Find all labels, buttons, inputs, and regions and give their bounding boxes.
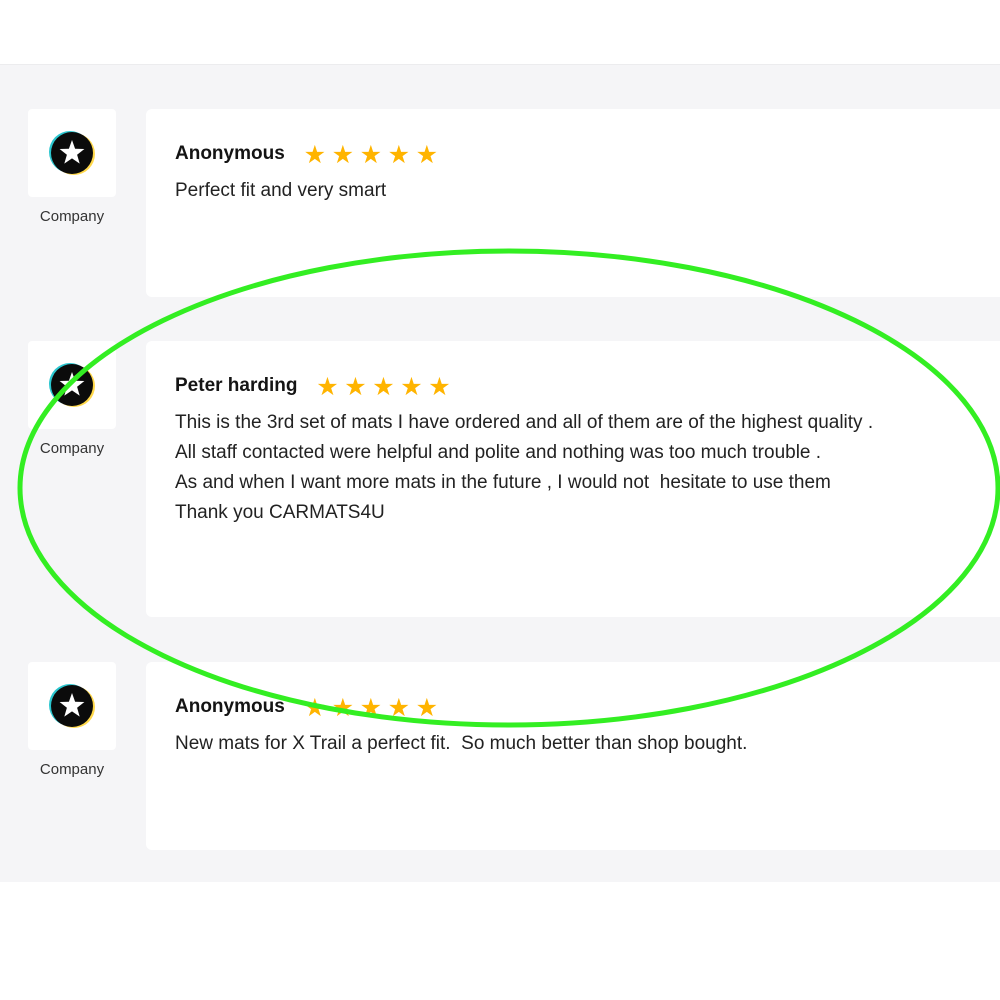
star-icon: ★ (331, 692, 354, 722)
star-icon: ★ (400, 371, 423, 401)
avatar-caption: Company (39, 440, 105, 457)
reviews-panel: Company Anonymous ★ ★ ★ ★ ★ Perfect fit … (0, 64, 1000, 882)
star-icon: ★ (387, 692, 410, 722)
reviewer-avatar-column: Company (28, 662, 116, 778)
reviewer-name: Peter harding (175, 375, 298, 396)
review-text: New mats for X Trail a perfect fit. So m… (175, 733, 748, 754)
star-icon: ★ (359, 692, 382, 722)
avatar (28, 109, 116, 197)
star-in-circle-icon (49, 131, 95, 175)
star-icon: ★ (415, 692, 438, 722)
star-rating: ★ ★ ★ ★ ★ (301, 142, 441, 167)
avatar (28, 341, 116, 429)
star-icon: ★ (316, 371, 339, 401)
avatar-caption: Company (39, 761, 105, 778)
review-card: Anonymous ★ ★ ★ ★ ★ Perfect fit and very… (146, 109, 1000, 297)
reviewer-avatar-column: Company (28, 109, 116, 225)
star-icon: ★ (303, 692, 326, 722)
review-text: This is the 3rd set of mats I have order… (175, 412, 874, 523)
reviewer-name: Anonymous (175, 143, 285, 164)
star-icon: ★ (303, 139, 326, 169)
star-rating: ★ ★ ★ ★ ★ (301, 695, 441, 720)
review-card: Peter harding ★ ★ ★ ★ ★ This is the 3rd … (146, 341, 1000, 617)
star-rating: ★ ★ ★ ★ ★ (313, 374, 453, 399)
star-in-circle-icon (49, 684, 95, 728)
avatar (28, 662, 116, 750)
review-card: Anonymous ★ ★ ★ ★ ★ New mats for X Trail… (146, 662, 1000, 850)
star-in-circle-icon (49, 363, 95, 407)
reviewer-name: Anonymous (175, 696, 285, 717)
star-icon: ★ (359, 139, 382, 169)
avatar-caption: Company (39, 208, 105, 225)
star-icon: ★ (415, 139, 438, 169)
star-icon: ★ (387, 139, 410, 169)
star-icon: ★ (331, 139, 354, 169)
star-icon: ★ (372, 371, 395, 401)
review-text: Perfect fit and very smart (175, 180, 387, 201)
star-icon: ★ (344, 371, 367, 401)
reviewer-avatar-column: Company (28, 341, 116, 457)
star-icon: ★ (428, 371, 451, 401)
